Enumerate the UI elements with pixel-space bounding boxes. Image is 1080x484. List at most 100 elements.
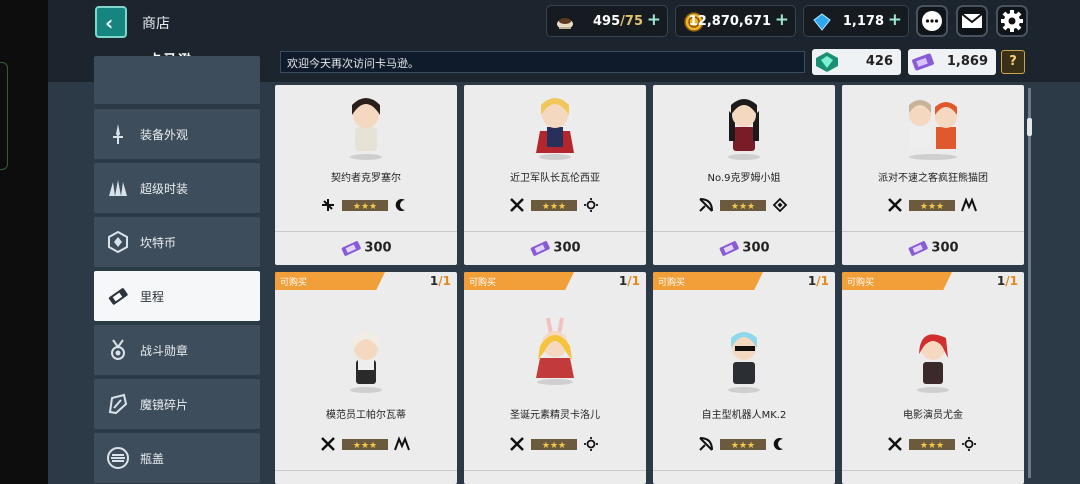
product-name: 近卫军队长瓦伦西亚 [510,173,600,184]
hero-sprite [350,98,382,160]
crossed-swords-icon [888,437,902,451]
back-button[interactable]: ‹ [95,6,127,38]
product-card[interactable]: No.9克罗姆小姐 ★★★ 300 [653,85,835,265]
product-card[interactable]: 派对不速之客疯狂熊猫团 ★★★ 300 [842,85,1024,265]
star-rank-icon: ★★★ [720,200,766,212]
ticket-balance: 1,869 [908,49,996,75]
dagger-icon [113,124,123,144]
purple-ticket-icon [909,241,929,256]
price-tag[interactable]: 300 [842,240,1024,256]
stamina-resource[interactable]: 495/75 + [546,5,668,37]
mileage-value: 426 [865,54,893,69]
sidebar-item-super-costume[interactable]: 超级时装 [94,163,260,213]
sidebar-item-bottle-cap[interactable]: 瓶盖 [94,433,260,483]
notice-bar: 欢迎今天再次访问卡马逊。 [280,51,805,73]
product-name: 模范员工帕尔瓦蒂 [326,410,406,421]
card-divider [464,470,646,471]
blue-gem-icon [813,13,831,31]
help-button[interactable]: ? [1001,50,1025,74]
product-card[interactable]: 可购买 1/1 自主型机器人MK.2 ★★★ [653,272,835,484]
product-attributes: ★★★ [842,436,1024,452]
sidebar-item-mileage[interactable]: 里程 [94,271,260,321]
available-label: 可购买 [280,278,308,288]
svg-text:★★★: ★★★ [731,202,755,212]
product-attributes: ★★★ [275,197,457,213]
settings-button[interactable] [996,5,1028,37]
mail-button[interactable] [956,5,988,37]
purple-ticket-icon [531,241,551,256]
sidebar-item-label: 瓶盖 [140,452,165,466]
sidebar-item-equipment-skin[interactable]: 装备外观 [94,109,260,159]
device-bezel [0,0,48,484]
price-tag[interactable]: 300 [653,240,835,256]
product-name: 自主型机器人MK.2 [701,410,787,421]
sidebar-item-label: 超级时装 [140,182,189,196]
stock-count: 1/1 [619,274,640,288]
sidebar-item-kant-coin[interactable]: 坎特币 [94,217,260,267]
stock-remaining: 1 [618,274,628,288]
sidebar-item-partial[interactable] [94,56,260,104]
chevron-left-icon: ‹ [105,11,114,35]
scrollbar-thumb[interactable] [1027,118,1032,136]
svg-text:★★★: ★★★ [731,441,755,451]
product-card[interactable]: 可购买 1/1 模范员工帕尔瓦蒂 ★★★ [275,272,457,484]
purple-ticket-icon [912,53,934,71]
gold-value: 12,870,671 [688,14,771,29]
price-tag[interactable]: 300 [464,240,646,256]
available-ribbon: 可购买 [464,272,574,290]
star-rank-icon: ★★★ [531,200,577,212]
scrollbar-track[interactable] [1028,88,1031,478]
card-divider [842,470,1024,471]
product-card[interactable]: 近卫军队长瓦伦西亚 ★★★ 300 [464,85,646,265]
product-card[interactable]: 可购买 1/1 电影演员尤金 ★★★ [842,272,1024,484]
product-name: 契约者克罗塞尔 [331,173,401,184]
hero-sprite [728,99,760,160]
mail-icon [961,13,983,28]
star-rank-icon: ★★★ [342,439,388,451]
bow-class-icon [699,198,713,212]
add-stamina-icon[interactable]: + [647,10,661,30]
stock-count: 1/1 [997,274,1018,288]
star-rank-icon: ★★★ [531,439,577,451]
star-rank-icon: ★★★ [720,439,766,451]
gold-resource[interactable]: 12,870,671 + [675,5,796,37]
sidebar-item-label: 里程 [140,290,165,304]
gem-resource[interactable]: 1,178 + [803,5,909,37]
coffee-cup-icon [557,18,573,29]
card-divider [275,470,457,471]
card-divider [653,231,835,232]
product-name: 电影演员尤金 [903,410,963,421]
available-ribbon: 可购买 [275,272,385,290]
price-value: 300 [742,240,770,256]
hero-sprite [728,332,760,393]
product-card[interactable]: 可购买 1/1 圣诞元素精灵卡洛儿 ★★★ [464,272,646,484]
add-gem-icon[interactable]: + [888,10,902,30]
bottle-cap-icon [107,447,129,469]
add-gold-icon[interactable]: + [775,10,789,30]
mirror-shard-icon [108,393,128,415]
hero-sprite [536,98,574,160]
chat-button[interactable] [916,5,948,37]
price-tag[interactable]: 300 [275,240,457,256]
category-sidebar: 装备外观 超级时装 坎特币 里程 战斗勋章 魔镜碎片 瓶盖 [94,56,262,484]
hero-sprite [536,317,574,385]
moon-element-icon [773,438,783,450]
product-card[interactable]: 契约者克罗塞尔 ★★★ 300 [275,85,457,265]
product-attributes: ★★★ [842,197,1024,213]
sidebar-item-battle-medal[interactable]: 战斗勋章 [94,325,260,375]
stamina-max: /75 [620,14,643,29]
star-rank-icon: ★★★ [909,439,955,451]
card-divider [842,231,1024,232]
star-rank-icon: ★★★ [342,200,388,212]
available-ribbon: 可购买 [842,272,952,290]
staff-class-icon [322,199,334,211]
earth-element-icon [961,197,977,212]
svg-text:★★★: ★★★ [542,441,566,451]
stock-max: /1 [627,274,640,288]
gear-icon [1001,10,1023,32]
purple-ticket-icon [342,241,362,256]
sidebar-item-mirror-shard[interactable]: 魔镜碎片 [94,379,260,429]
crossed-swords-icon [510,437,524,451]
hero-sprite [350,332,382,393]
stock-max: /1 [1005,274,1018,288]
